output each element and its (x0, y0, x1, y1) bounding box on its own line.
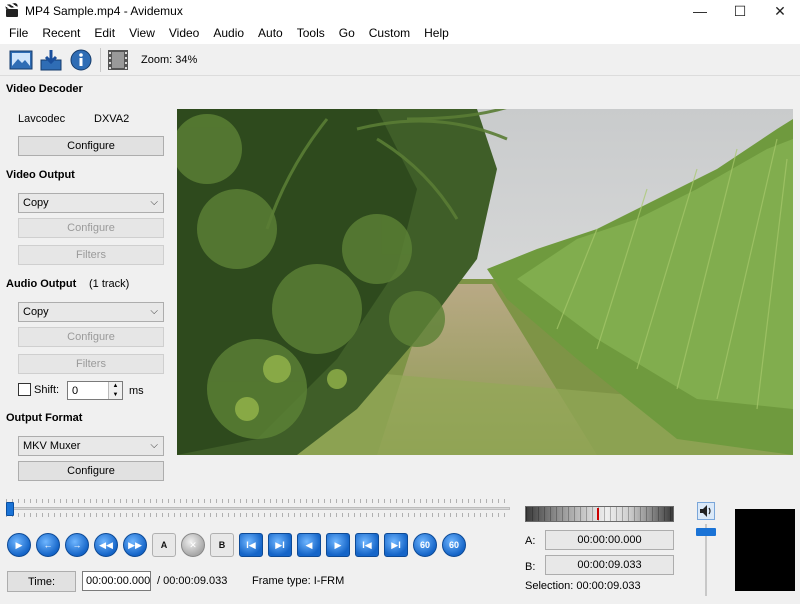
chevron-down-icon: ⌵ (150, 306, 158, 317)
previous-frame-icon[interactable]: ← (36, 533, 60, 557)
menu-file[interactable]: File (2, 22, 35, 44)
menu-custom[interactable]: Custom (362, 22, 417, 44)
time-button[interactable]: Time: (7, 571, 76, 592)
selection-duration: Selection: 00:00:09.033 (525, 580, 641, 592)
menu-auto[interactable]: Auto (251, 22, 290, 44)
video-preview (177, 109, 793, 455)
shift-label: Shift: (34, 384, 60, 396)
title-bar: MP4 Sample.mp4 - Avidemux — ☐ ✕ (0, 0, 800, 22)
timeline-ticks-bottom (6, 513, 510, 517)
menu-view[interactable]: View (122, 22, 162, 44)
video-filters-button[interactable]: Filters (18, 245, 164, 265)
decoder-codec-label: Lavcodec (18, 113, 66, 125)
zoom-label: Zoom: 34% (141, 53, 198, 66)
open-video-icon[interactable] (8, 47, 34, 73)
maximize-button[interactable]: ☐ (720, 0, 760, 22)
marker-b-label: B: (525, 561, 536, 573)
current-time-field[interactable]: 00:00:00.000 (82, 571, 151, 591)
delete-icon[interactable]: ✕ (181, 533, 205, 557)
menu-help[interactable]: Help (417, 22, 456, 44)
close-button[interactable]: ✕ (760, 0, 800, 22)
decoder-hw-label: DXVA2 (94, 113, 130, 125)
spin-arrows[interactable]: ▲ ▼ (108, 382, 122, 399)
next-frame-icon[interactable]: → (65, 533, 89, 557)
menu-audio[interactable]: Audio (206, 22, 251, 44)
menu-edit[interactable]: Edit (87, 22, 122, 44)
menu-video[interactable]: Video (162, 22, 206, 44)
menu-bar: File Recent Edit View Video Audio Auto T… (0, 22, 800, 44)
output-format-configure-button[interactable]: Configure (18, 461, 164, 481)
audio-output-configure-button[interactable]: Configure (18, 327, 164, 347)
marker-b-field: 00:00:09.033 (545, 555, 674, 575)
toolbar-separator (100, 47, 101, 72)
output-format-title: Output Format (6, 412, 83, 424)
film-strip-icon[interactable] (105, 47, 131, 73)
video-output-selected: Copy (23, 197, 49, 209)
shift-unit: ms (129, 385, 144, 397)
timeline-track[interactable] (6, 507, 510, 510)
marker-a-label: A: (525, 535, 536, 547)
total-time: / 00:00:09.033 (157, 575, 228, 587)
forward-60s-icon[interactable]: 60 (442, 533, 466, 557)
video-decoder-title: Video Decoder (6, 83, 83, 95)
chevron-down-icon: ⌵ (150, 440, 158, 451)
audio-track-count: (1 track) (89, 278, 130, 290)
output-format-select[interactable]: MKV Muxer ⌵ (18, 436, 164, 456)
chevron-down-icon: ⌵ (150, 197, 158, 208)
video-output-configure-button[interactable]: Configure (18, 218, 164, 238)
audio-output-select[interactable]: Copy ⌵ (18, 302, 164, 322)
go-first-frame-icon[interactable]: I◀ (355, 533, 379, 557)
next-keyframe-icon[interactable]: ▶▶ (123, 533, 147, 557)
go-marker-a-icon[interactable]: I◀ (239, 533, 263, 557)
shift-spinbox[interactable]: 0 ▲ ▼ (67, 381, 123, 400)
jog-ticks (526, 507, 673, 521)
volume-icon[interactable] (697, 502, 715, 520)
set-marker-a-icon[interactable]: A (152, 533, 176, 557)
marker-a-field: 00:00:00.000 (545, 530, 674, 550)
previous-black-frame-icon[interactable]: ◀ (297, 533, 321, 557)
frame-type: Frame type: I-FRM (252, 575, 345, 587)
play-icon[interactable]: ▶ (7, 533, 31, 557)
timeline-slider[interactable] (6, 496, 510, 520)
back-60s-icon[interactable]: 60 (413, 533, 437, 557)
video-decoder-configure-button[interactable]: Configure (18, 136, 164, 156)
audio-meter-preview (735, 509, 795, 591)
spin-up-icon[interactable]: ▲ (113, 382, 119, 390)
minimize-button[interactable]: — (680, 0, 720, 22)
menu-tools[interactable]: Tools (290, 22, 332, 44)
volume-slider-handle[interactable] (696, 528, 716, 536)
playback-controls: ▶ ← → ◀◀ ▶▶ A ✕ B I◀ ▶I ◀ ▶ I◀ ▶I 60 60 (7, 533, 471, 557)
go-last-frame-icon[interactable]: ▶I (384, 533, 408, 557)
video-output-select[interactable]: Copy ⌵ (18, 193, 164, 213)
video-output-title: Video Output (6, 169, 75, 181)
previous-keyframe-icon[interactable]: ◀◀ (94, 533, 118, 557)
audio-filters-button[interactable]: Filters (18, 354, 164, 374)
window-title: MP4 Sample.mp4 - Avidemux (25, 4, 183, 18)
timeline-handle[interactable] (6, 502, 14, 516)
menu-recent[interactable]: Recent (35, 22, 87, 44)
go-marker-b-icon[interactable]: ▶I (268, 533, 292, 557)
shift-checkbox[interactable] (18, 383, 31, 396)
audio-output-selected: Copy (23, 306, 49, 318)
jog-shuttle[interactable] (525, 506, 674, 522)
info-icon[interactable] (68, 47, 94, 73)
timeline-ticks-top (6, 499, 510, 503)
menu-go[interactable]: Go (332, 22, 362, 44)
spin-down-icon[interactable]: ▼ (113, 391, 119, 399)
audio-output-title: Audio Output (6, 278, 77, 290)
save-video-icon[interactable] (38, 47, 64, 73)
shift-value: 0 (72, 384, 79, 397)
next-black-frame-icon[interactable]: ▶ (326, 533, 350, 557)
jog-marker (597, 508, 599, 520)
set-marker-b-icon[interactable]: B (210, 533, 234, 557)
toolbar: Zoom: 34% (0, 44, 800, 76)
output-format-selected: MKV Muxer (23, 440, 81, 452)
clapperboard-icon (5, 2, 19, 18)
